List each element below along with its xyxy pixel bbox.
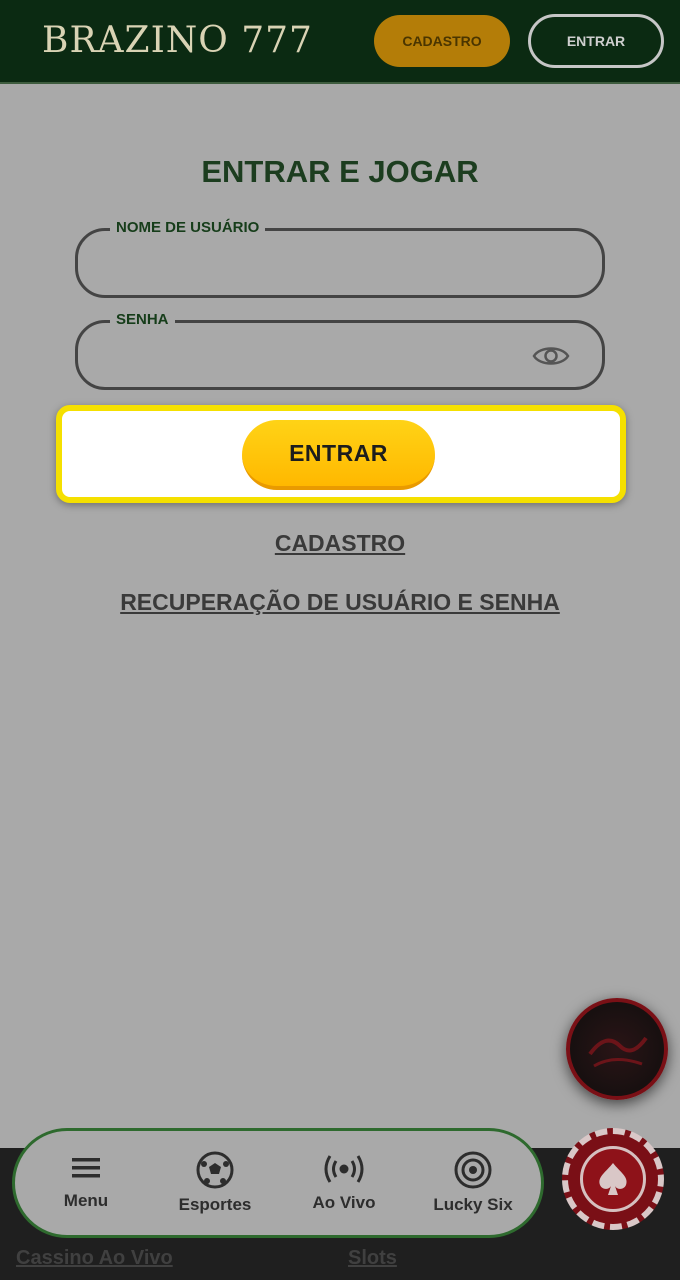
live-broadcast-icon	[324, 1155, 364, 1183]
menu-icon	[72, 1158, 100, 1178]
nav-label-ao-vivo: Ao Vivo	[312, 1193, 376, 1212]
footer-link-cassino-ao-vivo[interactable]: Cassino Ao Vivo	[16, 1247, 173, 1270]
floating-promo-avatar[interactable]	[566, 998, 668, 1100]
eye-icon[interactable]	[532, 343, 570, 369]
nav-label-esportes: Esportes	[178, 1195, 252, 1214]
username-label: NOME DE USUÁRIO	[110, 219, 266, 236]
nav-item-lucky-six[interactable]: Lucky Six	[418, 1151, 528, 1215]
nav-item-esportes[interactable]: Esportes	[160, 1151, 270, 1215]
header-entrar-button[interactable]: ENTRAR	[528, 14, 664, 68]
password-field[interactable]: SENHA	[75, 311, 605, 390]
footer-link-slots[interactable]: Slots	[348, 1247, 397, 1270]
nav-item-menu[interactable]: Menu	[31, 1151, 141, 1211]
login-title: ENTRAR E JOGAR	[201, 154, 479, 189]
header-cadastro-button[interactable]: CADASTRO	[374, 15, 510, 67]
nav-label-lucky-six: Lucky Six	[433, 1195, 513, 1214]
nav-label-menu: Menu	[63, 1191, 109, 1210]
soccer-ball-icon	[196, 1151, 234, 1189]
cadastro-link[interactable]: CADASTRO	[275, 530, 405, 556]
bottom-nav: Menu Esportes Ao Vivo Lucky Six	[12, 1128, 544, 1238]
cadastro-link-row: CADASTRO	[0, 530, 680, 557]
username-field[interactable]: NOME DE USUÁRIO	[75, 219, 605, 298]
login-submit-button[interactable]: ENTRAR	[242, 420, 435, 490]
top-header: BRAZINO 777 CADASTRO ENTRAR	[0, 0, 680, 84]
promo-art-icon	[588, 1036, 648, 1068]
brand-logo[interactable]: BRAZINO 777	[42, 20, 313, 61]
target-icon	[454, 1151, 492, 1189]
recovery-link-row: RECUPERAÇÃO DE USUÁRIO E SENHA	[0, 589, 680, 616]
nav-item-ao-vivo[interactable]: Ao Vivo	[289, 1151, 399, 1213]
casino-chip-button[interactable]	[562, 1128, 664, 1230]
recovery-link[interactable]: RECUPERAÇÃO DE USUÁRIO E SENHA	[120, 589, 560, 615]
spade-icon	[580, 1146, 646, 1212]
password-label: SENHA	[110, 311, 175, 328]
